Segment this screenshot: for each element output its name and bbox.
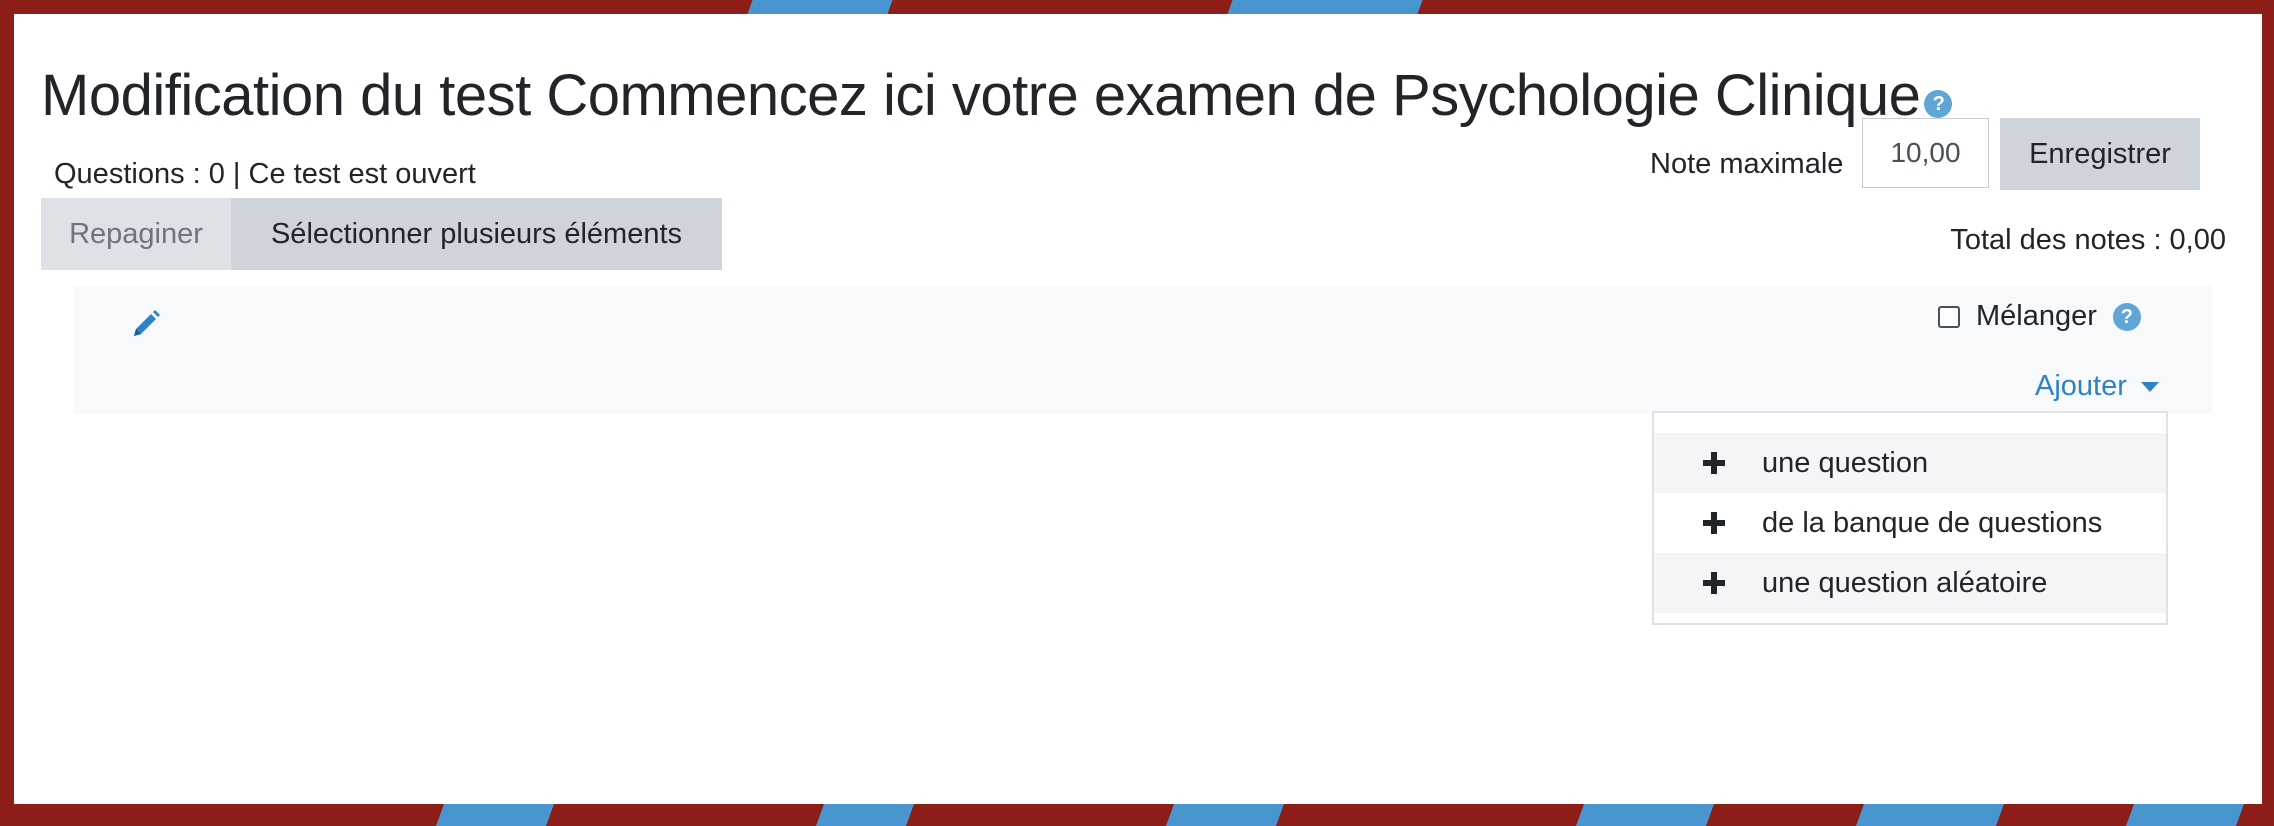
- frame-stripe: [1227, 0, 1423, 14]
- add-dropdown-toggle[interactable]: Ajouter: [2035, 370, 2159, 403]
- pencil-icon[interactable]: [130, 308, 162, 345]
- plus-icon: [1702, 571, 1762, 595]
- frame-stripe: [1855, 804, 2005, 826]
- shuffle-label: Mélanger: [1976, 300, 2097, 332]
- add-menu-item-label: une question aléatoire: [1762, 566, 2048, 599]
- page-title-text: Modification du test Commencez ici votre…: [41, 63, 1921, 128]
- frame-stripe: [815, 804, 915, 826]
- frame-stripe: [2125, 804, 2245, 826]
- shuffle-checkbox[interactable]: [1938, 305, 1960, 328]
- frame-stripe: [435, 804, 555, 826]
- add-menu-item-random[interactable]: une question aléatoire: [1654, 553, 2166, 613]
- add-menu-item-bank[interactable]: de la banque de questions: [1654, 493, 2166, 553]
- max-grade-label: Note maximale: [1650, 148, 1844, 180]
- add-menu-item-label: de la banque de questions: [1762, 506, 2103, 539]
- select-multiple-button[interactable]: Sélectionner plusieurs éléments: [231, 198, 722, 270]
- plus-icon: [1702, 451, 1762, 475]
- add-menu-item-label: une question: [1762, 446, 1929, 479]
- frame-stripe: [747, 0, 893, 14]
- question-circle-icon[interactable]: ?: [1924, 89, 1953, 118]
- add-menu: une question de la banque de questions u…: [1652, 411, 2168, 625]
- max-grade-input[interactable]: [1862, 118, 1989, 188]
- add-label: Ajouter: [2035, 370, 2127, 402]
- plus-icon: [1702, 511, 1762, 535]
- frame-stripe: [1165, 804, 1285, 826]
- page-title: Modification du test Commencez ici votre…: [41, 62, 1953, 129]
- question-circle-icon[interactable]: ?: [2112, 302, 2141, 331]
- frame-stripe: [1575, 804, 1715, 826]
- total-grade: Total des notes : 0,00: [1950, 224, 2226, 256]
- quiz-section: [73, 286, 2212, 414]
- quiz-status: Questions : 0 | Ce test est ouvert: [54, 158, 476, 190]
- repaginate-button[interactable]: Repaginer: [41, 198, 231, 270]
- add-menu-item-question[interactable]: une question: [1654, 433, 2166, 493]
- save-button[interactable]: Enregistrer: [2000, 118, 2200, 190]
- caret-down-icon: [2140, 381, 2159, 392]
- shuffle-control: Mélanger ?: [1938, 300, 2141, 333]
